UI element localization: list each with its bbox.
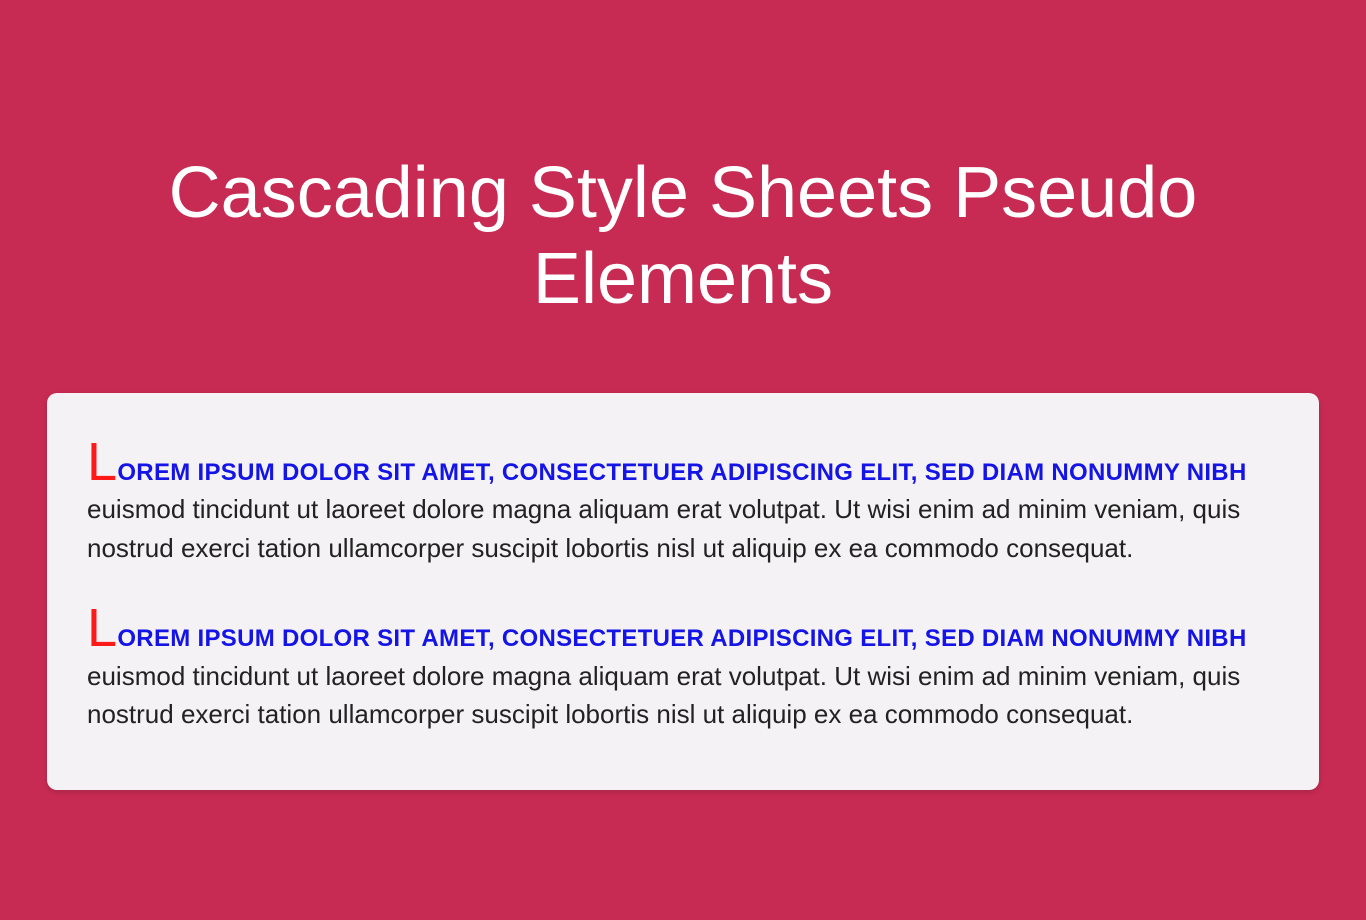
content-card: Lorem ipsum dolor sit amet, consectetuer…	[47, 393, 1319, 790]
first-letter: L	[87, 432, 117, 492]
page-title: Cascading Style Sheets Pseudo Elements	[133, 150, 1233, 323]
first-letter: L	[87, 598, 117, 658]
first-line-rest: orem ipsum dolor sit amet, consectetuer …	[117, 625, 1246, 652]
first-line: Lorem ipsum dolor sit amet, consectetuer…	[87, 625, 1247, 652]
paragraph-body: euismod tincidunt ut laoreet dolore magn…	[87, 661, 1240, 729]
paragraph: Lorem ipsum dolor sit amet, consectetuer…	[87, 607, 1279, 733]
paragraph-body: euismod tincidunt ut laoreet dolore magn…	[87, 494, 1240, 562]
paragraph: Lorem ipsum dolor sit amet, consectetuer…	[87, 441, 1279, 567]
first-line-rest: orem ipsum dolor sit amet, consectetuer …	[117, 459, 1246, 486]
first-line: Lorem ipsum dolor sit amet, consectetuer…	[87, 459, 1247, 486]
